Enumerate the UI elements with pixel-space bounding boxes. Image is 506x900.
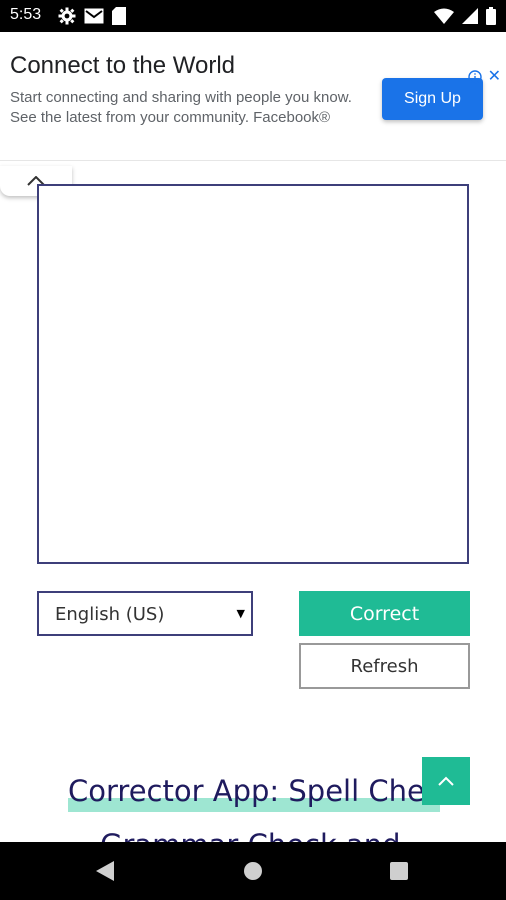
status-left-icons — [58, 7, 126, 25]
wifi-icon — [434, 8, 454, 24]
language-selected-value: English (US) — [55, 604, 165, 625]
dropdown-caret-icon: ▼ — [236, 607, 245, 620]
status-time: 5:53 — [10, 6, 42, 23]
android-nav-bar — [0, 842, 506, 900]
gear-icon — [58, 7, 76, 25]
heading-line-2: Grammar Check and — [100, 828, 401, 842]
recents-icon[interactable] — [390, 862, 408, 880]
status-right-icons — [434, 7, 496, 25]
text-input-area[interactable] — [37, 184, 469, 564]
language-select[interactable]: English (US) ▼ — [37, 591, 253, 636]
ad-banner[interactable]: Connect to the World Start connecting an… — [0, 32, 506, 161]
chevron-up-icon — [438, 776, 454, 786]
correct-button[interactable]: Correct — [299, 591, 470, 636]
back-icon[interactable] — [96, 861, 114, 881]
status-bar: 5:53 — [0, 0, 506, 32]
gmail-icon — [84, 8, 104, 24]
scroll-to-top-button[interactable] — [422, 757, 470, 805]
signal-icon — [462, 8, 478, 24]
refresh-button[interactable]: Refresh — [299, 643, 470, 689]
battery-icon — [486, 7, 496, 25]
ad-close-icon[interactable]: ✕ — [488, 69, 501, 85]
home-icon[interactable] — [244, 862, 262, 880]
heading-line-1: Corrector App: Spell Check, — [68, 774, 467, 808]
ad-description[interactable]: Start connecting and sharing with people… — [10, 88, 355, 128]
sd-card-icon — [112, 7, 126, 25]
ad-info-icon[interactable] — [468, 70, 482, 84]
ad-signup-button[interactable]: Sign Up — [382, 78, 483, 120]
ad-title[interactable]: Connect to the World — [10, 52, 235, 80]
